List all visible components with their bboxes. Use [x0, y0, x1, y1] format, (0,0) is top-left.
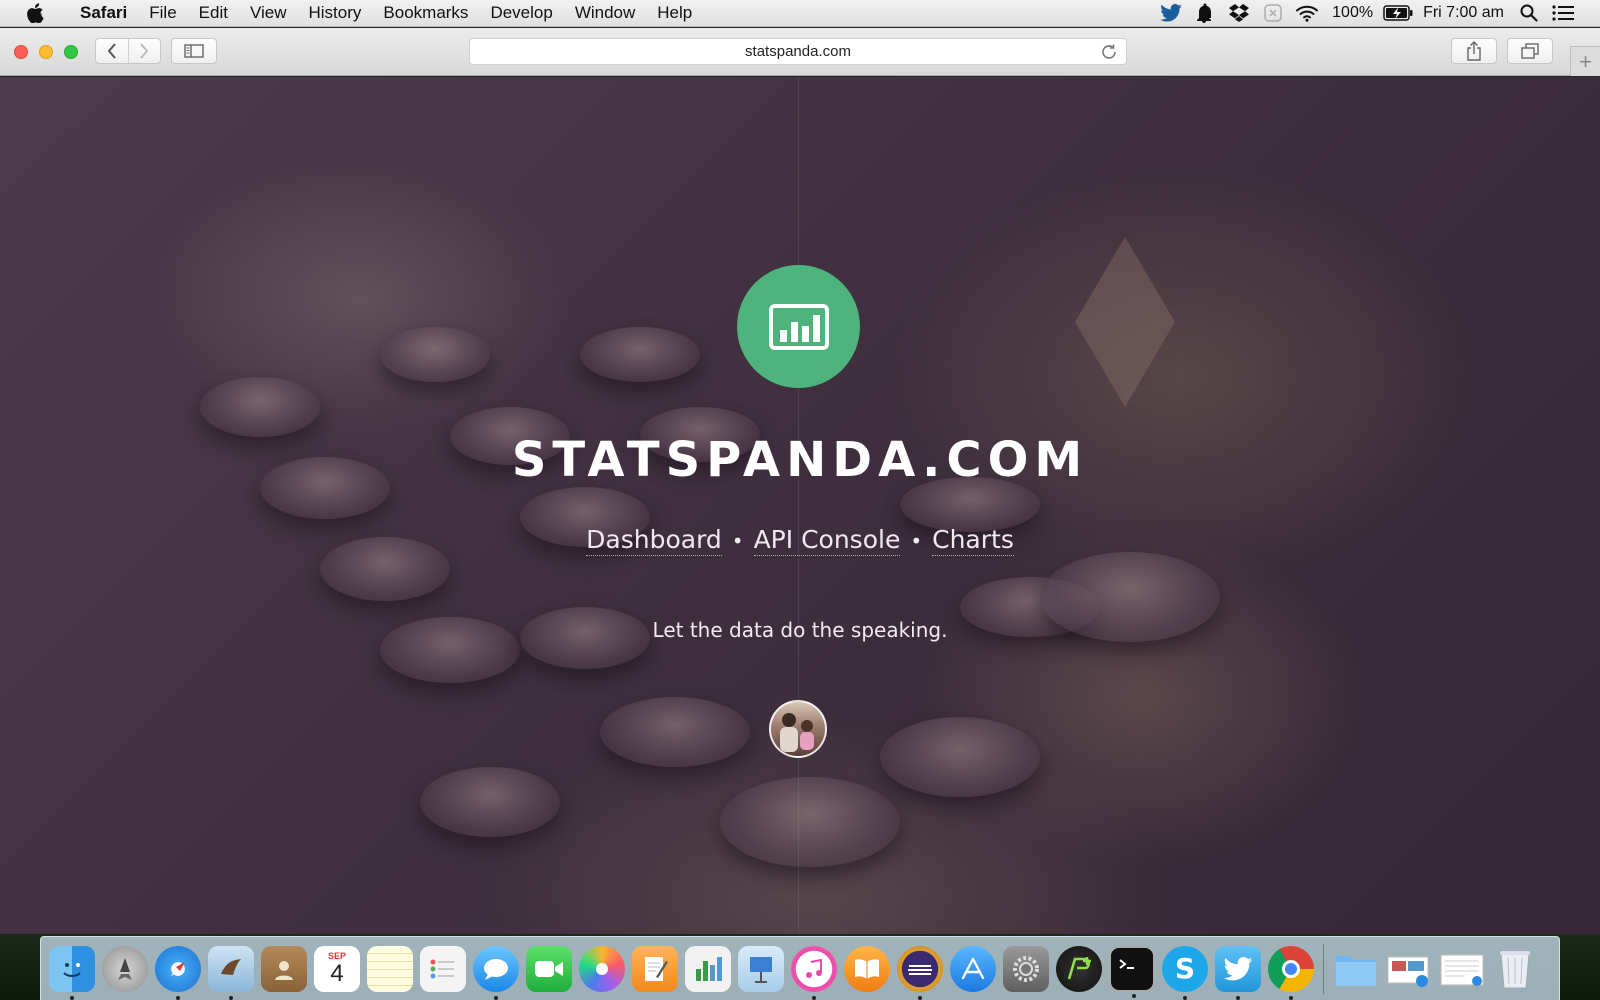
sidebar-icon [184, 44, 204, 58]
window-fullscreen-button[interactable] [64, 45, 78, 59]
running-indicator [176, 995, 180, 1000]
menu-help[interactable]: Help [646, 3, 703, 23]
nav-link-dashboard[interactable]: Dashboard [586, 525, 722, 556]
menu-file[interactable]: File [138, 3, 187, 23]
spotlight-search-icon[interactable] [1512, 0, 1546, 27]
sidebar-toggle-button[interactable] [171, 38, 217, 64]
menu-edit[interactable]: Edit [188, 3, 239, 23]
share-button[interactable] [1451, 38, 1497, 64]
nav-link-api-console[interactable]: API Console [753, 525, 901, 556]
terminal-icon[interactable] [1109, 945, 1155, 998]
calendar-icon[interactable]: SEP 4 [314, 945, 360, 992]
eclipse-icon[interactable] [897, 945, 943, 1000]
notification-bell-icon[interactable] [1188, 0, 1222, 27]
site-title: STATSPANDA.COM [511, 432, 1089, 488]
finder-icon[interactable] [49, 945, 95, 1000]
nav-link-charts[interactable]: Charts [932, 525, 1014, 556]
site-nav: Dashboard • API Console • Charts [0, 525, 1600, 556]
running-indicator [229, 995, 233, 1000]
running-indicator [1289, 995, 1293, 1000]
back-forward-buttons [95, 38, 161, 64]
photos-icon[interactable] [579, 945, 625, 992]
mail-icon[interactable] [208, 945, 254, 1000]
reload-icon[interactable] [1100, 43, 1118, 61]
forward-button[interactable] [127, 39, 160, 63]
messages-icon[interactable] [473, 945, 519, 1000]
twitter-app-icon[interactable] [1215, 945, 1261, 1000]
back-button[interactable] [96, 39, 128, 63]
running-indicator [1183, 995, 1187, 1000]
hero-section: STATSPANDA.COM Dashboard • API Console •… [0, 77, 1600, 934]
battery-percentage[interactable]: 100% [1324, 4, 1381, 22]
running-indicator [918, 995, 922, 1000]
running-indicator [1236, 995, 1240, 1000]
tab-overview-button[interactable] [1507, 38, 1553, 64]
facetime-icon[interactable] [526, 945, 572, 992]
wifi-icon[interactable] [1290, 0, 1324, 27]
chevron-right-icon [140, 43, 149, 59]
documents-stack-icon[interactable] [1439, 946, 1485, 992]
tagline: Let the data do the speaking. [652, 618, 948, 642]
contacts-icon[interactable] [261, 945, 307, 992]
menu-app-name[interactable]: Safari [66, 3, 138, 23]
numbers-icon[interactable] [685, 945, 731, 992]
dropbox-icon[interactable] [1222, 0, 1256, 27]
new-tab-button[interactable]: + [1570, 46, 1600, 76]
plus-icon: + [1579, 48, 1592, 74]
status-menus: 100% Fri 7:00 am [1154, 0, 1600, 27]
running-indicator [494, 995, 498, 1000]
twitter-icon[interactable] [1154, 0, 1188, 27]
bar-chart-icon [768, 303, 829, 350]
chevron-left-icon [107, 43, 116, 59]
center-divider-line [798, 77, 799, 934]
preview-stack-icon[interactable] [1386, 946, 1432, 992]
site-logo[interactable] [737, 265, 860, 388]
keynote-icon[interactable] [738, 945, 784, 992]
ibooks-icon[interactable] [844, 945, 890, 992]
menu-window[interactable]: Window [564, 3, 646, 23]
pages-icon[interactable] [632, 945, 678, 992]
window-close-button[interactable] [14, 45, 28, 59]
running-indicator [812, 995, 816, 1000]
url-text[interactable]: statspanda.com [745, 43, 851, 60]
menu-bar: Safari File Edit View History Bookmarks … [0, 0, 1600, 27]
running-indicator [1132, 993, 1136, 998]
chrome-icon[interactable] [1268, 945, 1314, 1000]
launchpad-icon[interactable] [102, 945, 148, 992]
disabled-extension-icon[interactable] [1256, 0, 1290, 27]
plus-app-icon[interactable] [1056, 945, 1102, 992]
menu-view[interactable]: View [239, 3, 298, 23]
running-indicator [70, 995, 74, 1000]
reminders-icon[interactable] [420, 945, 466, 992]
notes-icon[interactable] [367, 945, 413, 992]
dock-separator [1323, 943, 1324, 994]
menu-develop[interactable]: Develop [479, 3, 563, 23]
battery-charging-icon[interactable] [1381, 0, 1415, 27]
calendar-day: 4 [330, 959, 344, 987]
nav-separator: • [731, 528, 744, 553]
menubar-clock[interactable]: Fri 7:00 am [1415, 4, 1512, 22]
browser-toolbar: statspanda.com + [0, 28, 1600, 76]
share-icon [1467, 41, 1481, 61]
safari-icon[interactable] [155, 945, 201, 1000]
calendar-month: SEP [327, 950, 346, 961]
notification-center-icon[interactable] [1546, 0, 1580, 27]
author-avatar[interactable] [769, 700, 827, 758]
app-store-icon[interactable] [950, 945, 996, 992]
dock: SEP 4 S [40, 936, 1560, 1000]
skype-icon[interactable]: S [1162, 945, 1208, 1000]
tabs-icon [1521, 43, 1539, 59]
system-preferences-icon[interactable] [1003, 945, 1049, 992]
trash-icon[interactable] [1492, 946, 1538, 992]
menu-bookmarks[interactable]: Bookmarks [372, 3, 479, 23]
address-bar[interactable]: statspanda.com [469, 38, 1127, 65]
background-diamond-emblem [1075, 237, 1175, 407]
itunes-icon[interactable] [791, 945, 837, 1000]
downloads-folder-icon[interactable] [1333, 946, 1379, 992]
window-minimize-button[interactable] [39, 45, 53, 59]
nav-separator: • [910, 528, 923, 553]
apple-icon[interactable] [26, 3, 52, 23]
menu-history[interactable]: History [298, 3, 373, 23]
